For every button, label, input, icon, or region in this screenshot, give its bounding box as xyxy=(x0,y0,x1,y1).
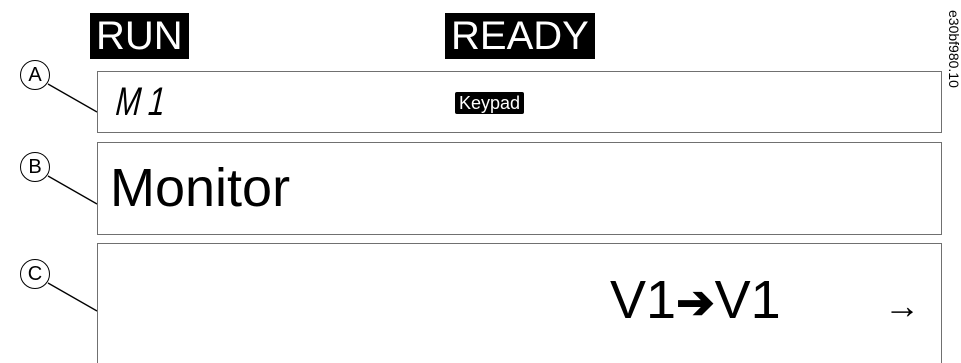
group-title: Monitor xyxy=(110,158,291,218)
parameter-path-panel: V1➔V1 → xyxy=(97,243,942,363)
right-arrow-icon: → xyxy=(884,285,920,326)
range-start: V1 xyxy=(610,270,677,330)
group-name-panel: Monitor xyxy=(97,142,942,235)
ready-status-indicator: READY xyxy=(445,13,595,59)
run-status-indicator: RUN xyxy=(90,13,189,59)
callout-b: B xyxy=(20,152,50,182)
location-field-panel: M1 Keypad xyxy=(97,71,942,133)
range-arrow-icon: ➔ xyxy=(676,276,715,328)
leader-line-a xyxy=(47,83,98,113)
control-place-badge: Keypad xyxy=(455,92,525,114)
menu-location-code: M1 xyxy=(114,80,175,124)
range-end: V1 xyxy=(714,270,781,330)
parameter-range: V1➔V1 xyxy=(610,268,781,334)
leader-line-b xyxy=(47,175,98,205)
callout-c: C xyxy=(20,259,50,289)
leader-line-c xyxy=(47,282,98,312)
callout-a: A xyxy=(20,60,50,90)
document-id: e30bf980.10 xyxy=(946,10,961,88)
